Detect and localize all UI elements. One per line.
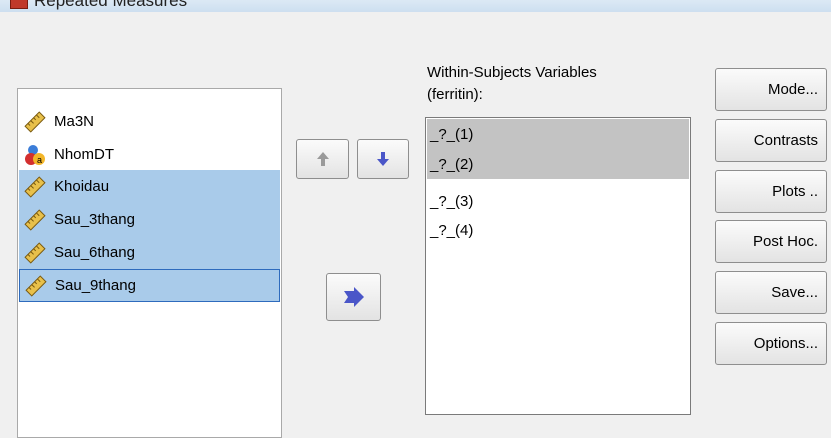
variable-item-khoidau[interactable]: Khoidau [19,170,280,203]
within-subjects-label-line2: (ferritin): [427,86,483,103]
title-bar: Repeated Measures [0,0,831,12]
variable-item-nhomdt[interactable]: a NhomDT [19,138,280,171]
within-subjects-item[interactable]: _?_(1) [427,119,689,149]
variable-label: Sau_6thang [54,244,135,261]
variable-label: NhomDT [54,146,115,163]
within-subjects-label-line1: Within-Subjects Variables [427,64,597,81]
app-icon [10,0,28,9]
source-variable-list[interactable]: Ma3N a NhomDT Khoidau Sau_3thang Sau_6th… [17,88,282,438]
variable-item-ma3n[interactable]: Ma3N [19,105,280,138]
scale-ruler-icon [24,208,46,231]
within-subjects-label: Within-Subjects Variables (ferritin): [427,62,597,106]
nominal-icon: a [25,144,45,165]
move-variable-button[interactable] [326,273,381,321]
variable-label: Sau_9thang [55,277,136,294]
variable-item-sau-9thang[interactable]: Sau_9thang [19,269,280,302]
variable-label: Ma3N [54,113,95,130]
arrow-up-icon [316,152,329,166]
within-subjects-item[interactable]: _?_(4) [427,215,689,245]
move-down-button[interactable] [357,139,409,179]
scale-ruler-icon [25,274,47,297]
arrow-right-icon [343,287,364,307]
contrasts-button[interactable]: Contrasts [715,119,827,162]
save-button[interactable]: Save... [715,271,827,314]
variable-item-sau-3thang[interactable]: Sau_3thang [19,203,280,236]
svg-text:a: a [37,155,42,165]
within-subjects-item[interactable]: _?_(3) [427,186,689,216]
post-hoc-button[interactable]: Post Hoc. [715,220,827,263]
move-up-button[interactable] [296,139,349,179]
variable-label: Sau_3thang [54,211,135,228]
variable-label: Khoidau [54,178,110,195]
scale-ruler-icon [24,175,46,198]
arrow-down-icon [377,152,389,166]
scale-ruler-icon [24,241,46,264]
variable-item-sau-6thang[interactable]: Sau_6thang [19,236,280,269]
scale-ruler-icon [24,110,46,133]
window-title: Repeated Measures [34,0,188,10]
model-button[interactable]: Mode... [715,68,827,111]
within-subjects-item[interactable]: _?_(2) [427,149,689,179]
options-button[interactable]: Options... [715,322,827,365]
plots-button[interactable]: Plots .. [715,170,827,213]
within-subjects-list[interactable]: _?_(1) _?_(2) _?_(3) _?_(4) [425,117,691,415]
